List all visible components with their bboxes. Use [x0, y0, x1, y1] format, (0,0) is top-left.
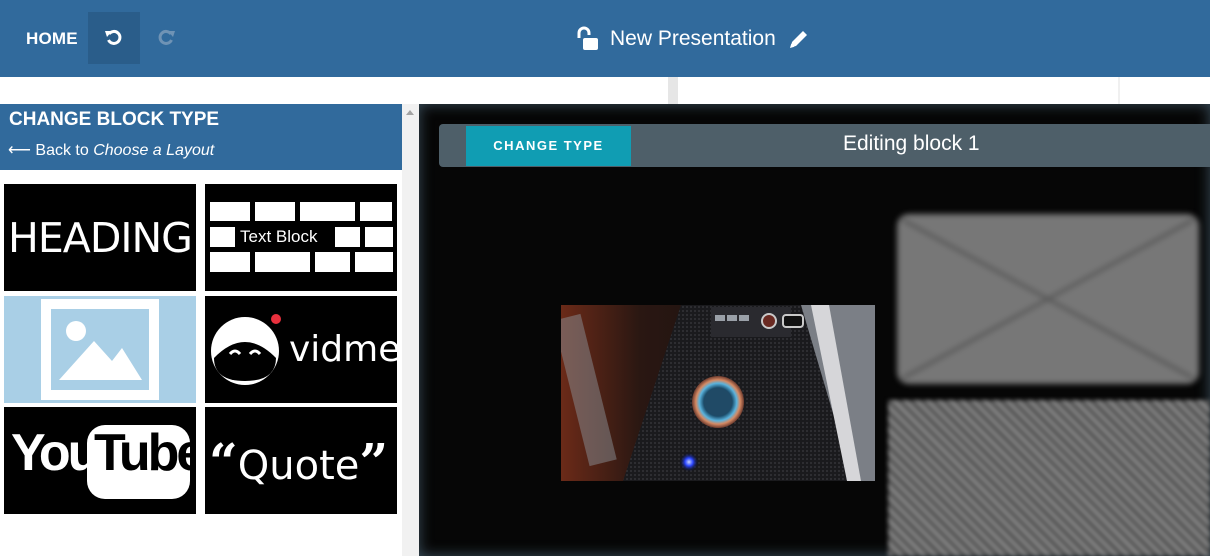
vidme-label: vidme [289, 329, 397, 370]
scroll-up-icon[interactable] [406, 110, 414, 115]
redo-button[interactable] [140, 12, 192, 64]
toolbar-divider [668, 77, 678, 104]
editing-block-label: Editing block 1 [843, 132, 980, 155]
redo-icon [158, 29, 175, 45]
block-photo[interactable] [561, 305, 875, 481]
close-quote-mark: ” [359, 432, 389, 491]
text-block-option[interactable]: Text Block [205, 184, 397, 291]
panel-scrollbar[interactable] [402, 104, 419, 556]
computer-case-photo [561, 305, 875, 481]
open-quote-mark: “ [209, 432, 238, 491]
block-type-panel: CHANGE BLOCK TYPE ⟵ Back to Choose a Lay… [0, 104, 402, 556]
youtube-logo-tube: Tube [94, 424, 196, 482]
toolbar-divider [1118, 77, 1120, 104]
home-button[interactable]: HOME [14, 19, 90, 59]
back-prefix: Back to [35, 142, 89, 159]
panel-title: CHANGE BLOCK TYPE [9, 109, 220, 130]
pencil-icon[interactable] [788, 28, 810, 50]
quote-text: Quote [237, 443, 360, 489]
back-arrow-icon: ⟵ [8, 142, 31, 159]
back-to-layout-link[interactable]: ⟵ Back to Choose a Layout [8, 140, 214, 160]
unlock-icon[interactable] [574, 25, 602, 53]
text-block-label: Text Block [240, 227, 318, 246]
image-placeholder [895, 212, 1201, 386]
undo-icon [105, 29, 122, 45]
striped-placeholder [888, 400, 1210, 556]
undo-button[interactable] [88, 12, 140, 64]
vidme-block-option[interactable]: vidme [205, 296, 397, 403]
panel-header: CHANGE BLOCK TYPE ⟵ Back to Choose a Lay… [0, 104, 402, 170]
placeholder-x-icon [897, 214, 1199, 384]
youtube-logo-you: You [11, 424, 99, 482]
back-target: Choose a Layout [93, 142, 215, 159]
image-icon [41, 299, 159, 400]
heading-label: HEADING [8, 214, 193, 262]
heading-block-option[interactable]: HEADING [4, 184, 196, 291]
presentation-title[interactable]: New Presentation [610, 27, 776, 51]
change-type-button[interactable]: CHANGE TYPE [466, 126, 631, 166]
secondary-toolbar [0, 77, 1210, 104]
quote-block-option[interactable]: “Quote” [205, 407, 397, 514]
youtube-block-option[interactable]: You Tube [4, 407, 196, 514]
quote-label: “Quote” [209, 432, 388, 491]
top-bar: HOME New Presentation [0, 0, 1210, 77]
presentation-title-area: New Presentation [574, 20, 810, 58]
image-block-option[interactable] [4, 296, 196, 403]
